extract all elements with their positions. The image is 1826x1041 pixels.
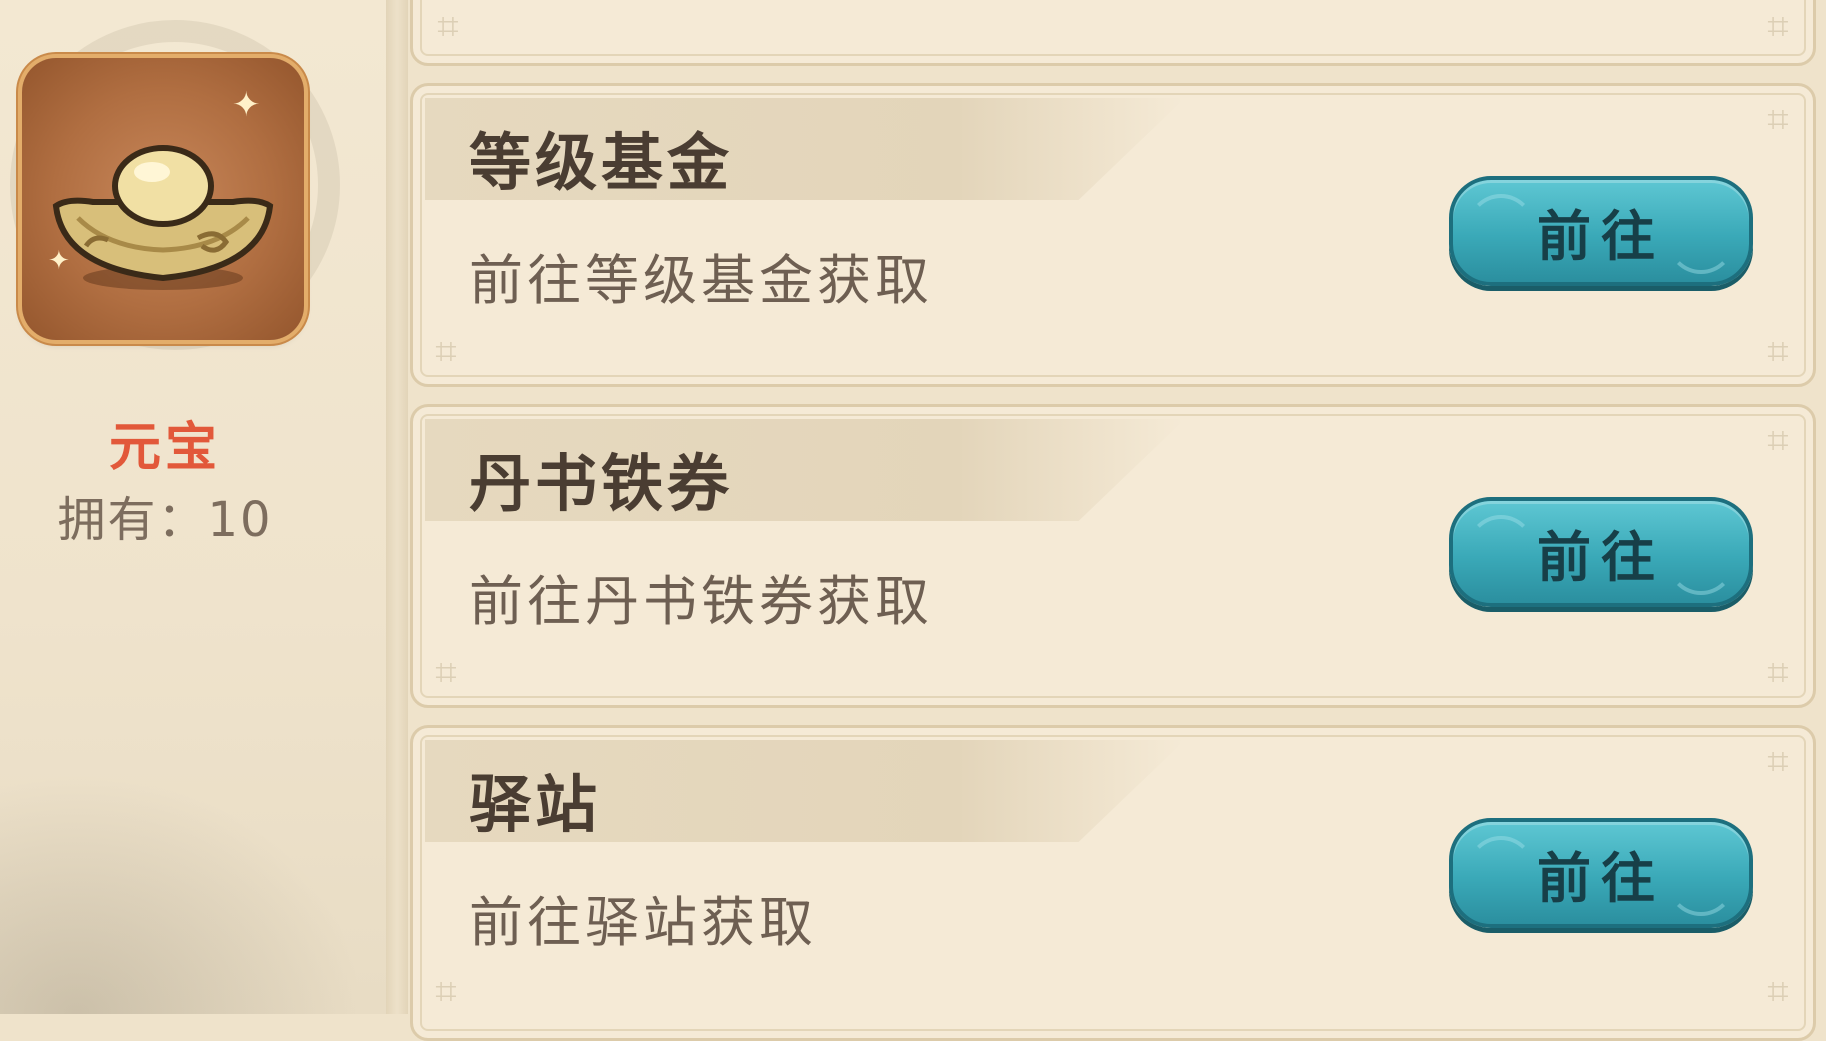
go-button-label: 前往 [1537,846,1665,910]
gold-ingot-icon [52,145,274,290]
go-button[interactable]: 前往 [1449,497,1753,607]
owned-label: 拥有： [57,492,208,548]
item-icon-frame: ✦ ✦ [22,58,304,340]
source-title: 驿站 [469,768,602,841]
go-button-label: 前往 [1537,204,1665,268]
sparkle-icon: ✦ [48,246,70,276]
item-owned-count: 拥有：10 [0,480,330,550]
source-title: 等级基金 [469,126,734,199]
corner-ornament-icon: ⌗ [1767,97,1789,141]
cloud-swirl-icon [1467,836,1535,904]
corner-ornament-icon: ⌗ [435,650,457,694]
go-button[interactable]: 前往 [1449,176,1753,286]
item-info-panel: ✦ ✦ 元宝 拥有：10 [0,0,386,1014]
cloud-swirl-icon [1667,206,1735,274]
corner-ornament-icon: ⌗ [437,4,459,48]
corner-ornament-icon: ⌗ [435,329,457,373]
go-button-label: 前往 [1537,525,1665,589]
go-button[interactable]: 前往 [1449,818,1753,928]
source-card-partial: ⌗ ⌗ [410,0,1816,66]
owned-value: 10 [207,492,273,548]
source-description: 前往等级基金获取 [469,249,933,312]
cloud-swirl-icon [1467,194,1535,262]
cloud-swirl-icon [1667,527,1735,595]
source-card: 丹书铁券 前往丹书铁券获取 ⌗ ⌗ ⌗ 前往 [410,404,1816,708]
corner-ornament-icon: ⌗ [1767,969,1789,1013]
source-card: 等级基金 前往等级基金获取 ⌗ ⌗ ⌗ 前往 [410,83,1816,387]
corner-ornament-icon: ⌗ [435,969,457,1013]
panel-divider [386,0,408,1014]
corner-ornament-icon: ⌗ [1767,739,1789,783]
corner-ornament-icon: ⌗ [1767,329,1789,373]
ink-wash-decoration [0,754,386,1014]
source-description: 前往丹书铁券获取 [469,570,933,633]
corner-ornament-icon: ⌗ [1767,650,1789,694]
source-card: 驿站 前往驿站获取 ⌗ ⌗ ⌗ 前往 [410,725,1816,1041]
corner-ornament-icon: ⌗ [1767,4,1789,48]
cloud-swirl-icon [1467,515,1535,583]
cloud-swirl-icon [1667,848,1735,916]
source-title: 丹书铁券 [469,447,734,520]
sparkle-icon: ✦ [232,85,261,125]
source-description: 前往驿站获取 [469,891,817,954]
item-name: 元宝 [108,418,221,478]
corner-ornament-icon: ⌗ [1767,418,1789,462]
